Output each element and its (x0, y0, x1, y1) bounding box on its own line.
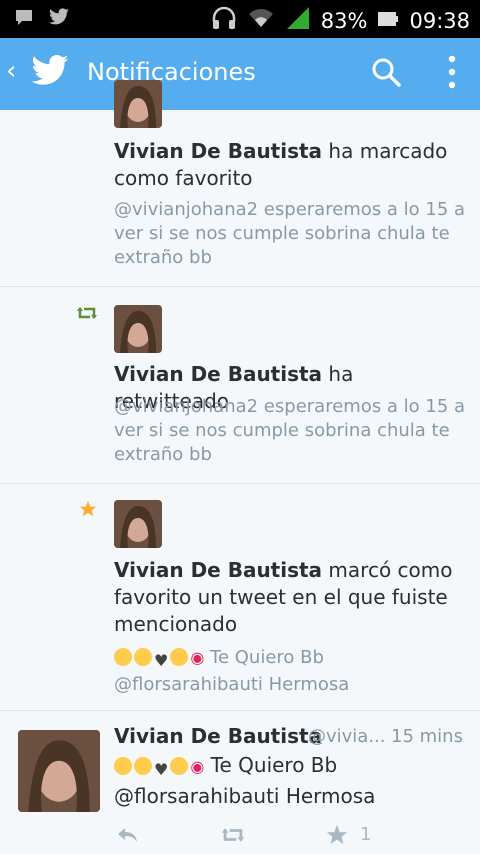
star-icon (79, 500, 97, 522)
headset-icon (211, 6, 237, 35)
status-bar: 83% 09:38 (0, 0, 480, 38)
tweet-actions: 1 (0, 822, 480, 852)
message-icon (14, 8, 34, 30)
notifications-list: Vivian De Bautista ha marcado como favor… (0, 80, 480, 854)
wifi-icon (247, 7, 275, 34)
notification-headline: Vivian De Bautista ha marcado como favor… (114, 139, 448, 190)
emoji-kiss (134, 648, 152, 666)
battery-percent: 83% (320, 8, 368, 33)
favorite-count: 1 (360, 824, 372, 845)
page-title: Notificaciones (87, 58, 256, 86)
tweet-author-handle[interactable]: @vivia... (308, 726, 386, 747)
back-icon[interactable]: ‹ (6, 56, 16, 86)
app-bar: ‹ Notificaciones (0, 38, 480, 110)
emoji-heart-eyes (114, 648, 132, 666)
notification-item[interactable]: Vivian De Bautista ha retwitteado @vivia… (0, 287, 480, 484)
notification-tweet-text: @vivianjohana2 esperaremos a lo 15 a ver… (114, 396, 466, 465)
notification-tweet-text: @vivianjohana2 esperaremos a lo 15 a ver… (114, 199, 466, 268)
retweet-icon (76, 305, 98, 325)
retweet-button-icon[interactable] (220, 826, 246, 849)
lips-icon: ◉ (190, 648, 205, 667)
battery-icon (377, 9, 399, 33)
avatar[interactable] (114, 80, 162, 128)
notification-item[interactable]: Vivian De Bautista marcó como favorito u… (0, 484, 480, 711)
overflow-menu-icon[interactable] (446, 54, 458, 94)
signal-icon (285, 7, 311, 34)
clock: 09:38 (409, 8, 470, 33)
notification-headline: Vivian De Bautista marcó como favorito u… (114, 558, 453, 636)
user-name[interactable]: Vivian De Bautista (114, 558, 322, 582)
lips-icon: ◉ (190, 757, 205, 776)
tweet-text: ♥ ◉ Te Quiero Bb @florsarahibauti Hermosa (114, 753, 376, 808)
heart-icon: ♥ (154, 651, 169, 670)
avatar[interactable] (114, 500, 162, 548)
notification-tweet-text: ♥ ◉ Te Quiero Bb @florsarahibauti Hermosa (114, 647, 350, 695)
user-name[interactable]: Vivian De Bautista (114, 139, 322, 163)
favorite-icon[interactable] (326, 824, 348, 851)
tweet-timestamp: 15 mins (391, 726, 463, 747)
search-icon[interactable] (370, 56, 402, 92)
emoji-smile (170, 757, 189, 775)
avatar[interactable] (18, 730, 100, 812)
heart-icon: ♥ (154, 760, 169, 779)
twitter-notification-icon (48, 8, 70, 30)
emoji-kiss (134, 757, 152, 775)
twitter-logo-icon[interactable] (30, 54, 70, 92)
tweet-author-name[interactable]: Vivian De Bautista (114, 724, 322, 748)
avatar[interactable] (114, 305, 162, 353)
emoji-heart-eyes (114, 757, 132, 775)
notification-item[interactable]: Vivian De Bautista ha marcado como favor… (0, 80, 480, 287)
reply-icon[interactable] (116, 826, 138, 849)
emoji-smile (170, 648, 189, 666)
user-name[interactable]: Vivian De Bautista (114, 362, 322, 386)
